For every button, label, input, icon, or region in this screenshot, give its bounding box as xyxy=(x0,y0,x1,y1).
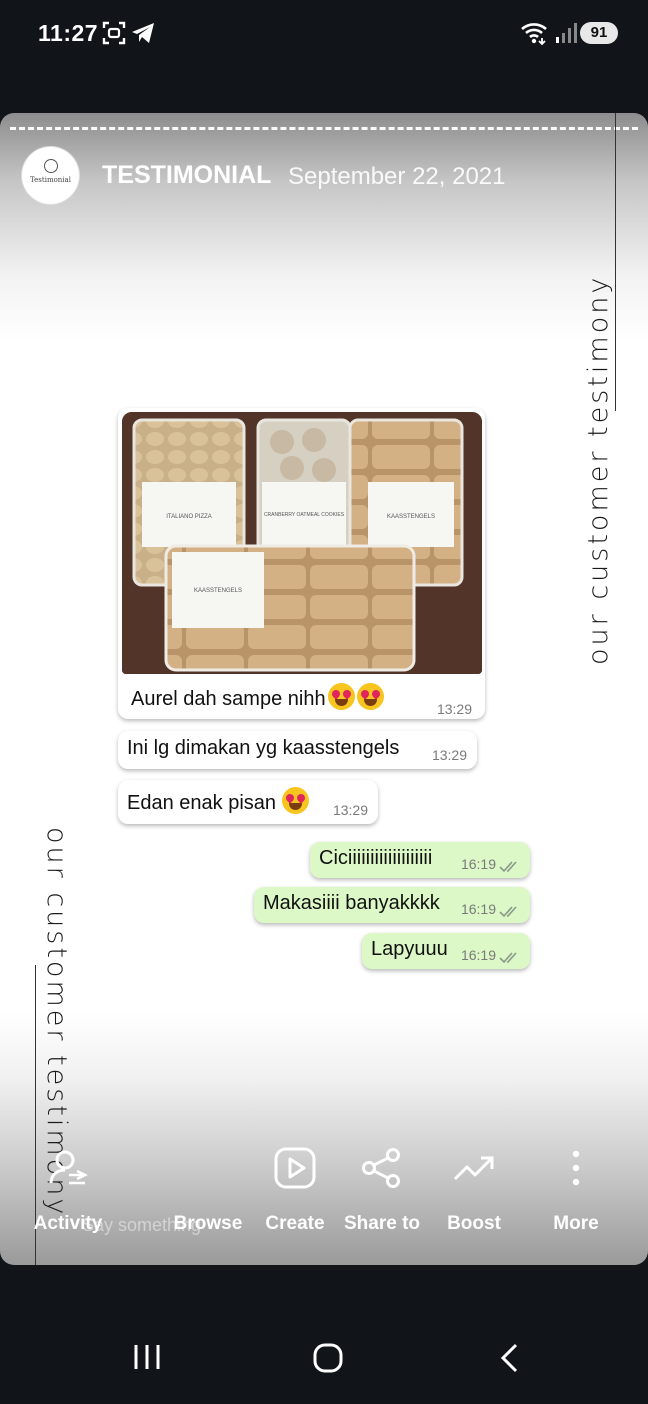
message-text: Makasiiii banyakkkk xyxy=(263,892,440,914)
message-time: 13:29 xyxy=(431,747,467,763)
message-photo[interactable]: ITALIANO PIZZA CRANBERRY OATMEAL COOKIES… xyxy=(122,412,482,674)
share-label: Share to xyxy=(343,1213,421,1234)
activity-button[interactable]: Activity xyxy=(18,1140,118,1234)
more-label: More xyxy=(553,1213,599,1234)
boost-label: Boost xyxy=(447,1213,501,1234)
double-check-icon xyxy=(499,906,517,918)
message-text: Aurel dah sampe nihh xyxy=(131,688,326,710)
boost-button[interactable]: Boost xyxy=(424,1140,524,1234)
activity-label: Activity xyxy=(33,1213,103,1234)
message-bubble-incoming-1[interactable]: Aurel dah sampe nihh 13:29 xyxy=(118,673,485,719)
battery-indicator: 91 xyxy=(580,22,618,44)
more-icon xyxy=(572,1150,580,1186)
photo-label-1: ITALIANO PIZZA xyxy=(166,514,212,520)
message-time: 13:29 xyxy=(332,802,368,818)
message-text: Ini lg dimakan yg kaasstengels xyxy=(127,737,400,759)
divider-line-right xyxy=(615,113,616,411)
heart-eyes-emoji-icon xyxy=(356,683,384,710)
avatar[interactable]: Testimonial xyxy=(22,147,79,204)
screenshot-icon xyxy=(102,21,126,45)
message-bubble-outgoing-3[interactable]: Lapyuuu 16:19 xyxy=(362,933,530,969)
wifi-icon xyxy=(521,23,547,46)
signal-icon xyxy=(556,23,577,43)
story-screen: 11:27 91 Testimonial TESTIMONIAL Septemb… xyxy=(0,0,648,1404)
avatar-logo-text: Testimonial xyxy=(30,176,71,184)
system-nav-bar xyxy=(0,1310,648,1404)
heart-eyes-emoji-icon xyxy=(282,787,310,814)
create-label: Create xyxy=(265,1213,325,1234)
message-time: 13:29 xyxy=(436,701,472,717)
message-text: Lapyuuu xyxy=(371,938,448,960)
cookie-boxes-image: ITALIANO PIZZA CRANBERRY OATMEAL COOKIES… xyxy=(122,412,482,674)
side-caption-right: our customer testimony xyxy=(583,274,614,665)
share-button[interactable]: Share to xyxy=(332,1140,432,1234)
story-actions-bar: Activity Browse Create Share to Boost Mo… xyxy=(0,1140,648,1250)
message-text: Ciciiiiiiiiiiiiiiiiiii xyxy=(319,847,433,869)
more-button[interactable]: More xyxy=(526,1140,626,1234)
status-bar: 11:27 91 xyxy=(0,0,648,70)
message-bubble-incoming-2[interactable]: Ini lg dimakan yg kaasstengels 13:29 xyxy=(118,731,477,769)
story-progress-bar xyxy=(10,127,638,130)
logo-icon xyxy=(43,159,58,173)
photo-label-2: CRANBERRY OATMEAL COOKIES xyxy=(264,512,345,518)
create-button[interactable]: Create xyxy=(245,1140,345,1234)
boost-icon xyxy=(453,1156,494,1181)
status-time: 11:27 xyxy=(38,20,99,46)
home-icon[interactable] xyxy=(312,1342,344,1374)
story-date: September 22, 2021 xyxy=(288,163,506,190)
share-icon xyxy=(362,1148,400,1188)
message-time: 16:19 xyxy=(460,947,496,963)
double-check-icon xyxy=(499,952,517,964)
account-name[interactable]: TESTIMONIAL xyxy=(102,161,271,190)
heart-eyes-emoji-icon xyxy=(327,683,355,710)
browse-label: Browse xyxy=(173,1213,243,1234)
message-time: 16:19 xyxy=(460,901,496,917)
message-time: 16:19 xyxy=(460,856,496,872)
photo-label-3: KAASSTENGELS xyxy=(387,514,435,520)
activity-icon xyxy=(49,1150,88,1185)
message-bubble-outgoing-1[interactable]: Ciciiiiiiiiiiiiiiiiiii 16:19 xyxy=(310,842,530,878)
recent-apps-icon[interactable] xyxy=(132,1342,162,1372)
create-icon xyxy=(274,1147,316,1189)
telegram-icon xyxy=(132,23,154,43)
double-check-icon xyxy=(499,861,517,873)
message-bubble-incoming-3[interactable]: Edan enak pisan 13:29 xyxy=(118,780,378,824)
message-bubble-outgoing-2[interactable]: Makasiiii banyakkkk 16:19 xyxy=(254,887,530,923)
photo-label-4: KAASSTENGELS xyxy=(194,588,242,594)
back-icon[interactable] xyxy=(498,1342,522,1374)
message-text: Edan enak pisan xyxy=(127,792,277,814)
